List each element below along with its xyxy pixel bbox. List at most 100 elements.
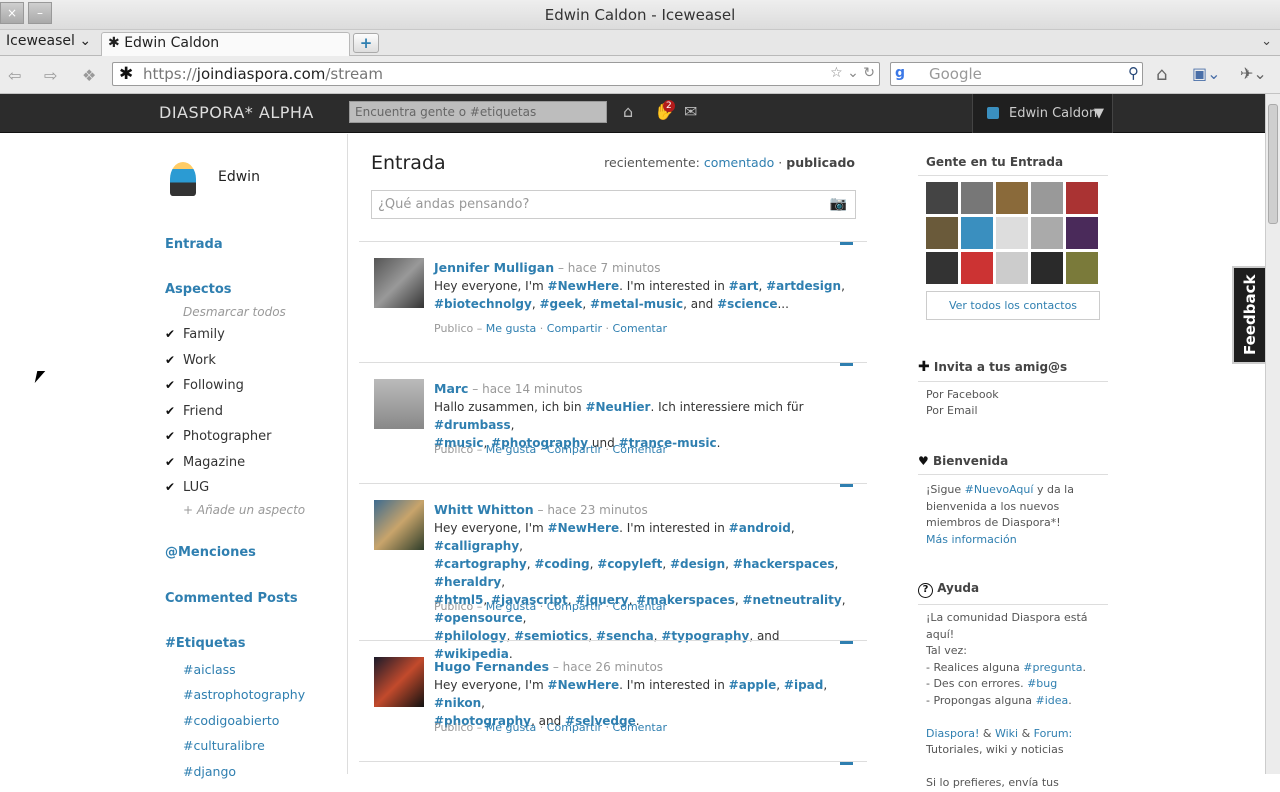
deselect-all-link[interactable]: Desmarcar todos (183, 305, 286, 319)
contact-avatar[interactable] (1066, 252, 1098, 284)
contact-avatar[interactable] (996, 217, 1028, 249)
contact-avatar[interactable] (1031, 252, 1063, 284)
post-time[interactable]: – hace 14 minutos (472, 382, 582, 396)
search-box[interactable]: g Google ⚲ (890, 62, 1143, 86)
app-menu[interactable]: Iceweasel ⌄ (6, 33, 91, 49)
aspect-item[interactable]: ✔ Family (165, 327, 225, 342)
hashtag-link[interactable]: #NewHere (548, 521, 620, 535)
site-identity-icon[interactable]: ✱ (119, 64, 133, 84)
profile-box[interactable]: Edwin (170, 162, 260, 196)
hashtag-link[interactable]: #ipad (784, 678, 823, 692)
followed-tag[interactable]: #aiclass (183, 662, 236, 677)
followed-tag[interactable]: #astrophotography (183, 687, 305, 702)
comment-link[interactable]: Comentar (613, 443, 667, 456)
help-wiki-link[interactable]: Wiki (995, 727, 1018, 740)
site-logo[interactable]: DIASPORA* ALPHA (159, 103, 314, 122)
contact-avatar[interactable] (926, 252, 958, 284)
comment-link[interactable]: Comentar (613, 721, 667, 734)
scrollbar-thumb[interactable] (1268, 104, 1278, 224)
share-link[interactable]: Compartir (547, 443, 602, 456)
contact-avatar[interactable] (961, 252, 993, 284)
help-tag-link[interactable]: #bug (1027, 677, 1057, 690)
profile-name[interactable]: Edwin (218, 169, 260, 185)
invite-email-link[interactable]: Por Email (926, 403, 1101, 420)
contact-avatar[interactable] (961, 217, 993, 249)
hashtag-link[interactable]: #NeuHier (585, 400, 650, 414)
help-forum-link[interactable]: Forum: (1034, 727, 1073, 740)
contact-avatar[interactable] (1031, 182, 1063, 214)
followed-tag[interactable]: #django (183, 764, 236, 779)
new-tab-button[interactable]: + (353, 33, 379, 53)
avatar[interactable] (374, 500, 424, 550)
hashtag-link[interactable]: #calligraphy (434, 539, 519, 553)
forward-icon[interactable]: ⇨ (44, 66, 57, 85)
home-icon[interactable]: ⌂ (1156, 64, 1167, 85)
post-time[interactable]: – hace 26 minutos (553, 660, 663, 674)
collapse-post-icon[interactable] (840, 641, 853, 644)
contact-avatar[interactable] (1031, 217, 1063, 249)
like-link[interactable]: Me gusta (486, 443, 537, 456)
more-info-link[interactable]: Más información (926, 533, 1017, 546)
nav-aspects[interactable]: Aspectos (165, 282, 232, 297)
hashtag-link[interactable]: #hackerspaces (733, 557, 835, 571)
post-time[interactable]: – hace 23 minutos (538, 503, 648, 517)
sort-commented-link[interactable]: comentado (704, 155, 774, 170)
followed-tag[interactable]: #codigoabierto (183, 713, 279, 728)
collapse-post-icon[interactable] (840, 762, 853, 765)
hashtag-link[interactable]: #drumbass (434, 418, 511, 432)
hashtag-link[interactable]: #geek (540, 297, 583, 311)
user-menu[interactable]: Edwin Caldon ▼ (972, 94, 1113, 133)
help-tag-link[interactable]: #idea (1036, 694, 1069, 707)
nav-tags[interactable]: #Etiquetas (165, 636, 246, 651)
comment-link[interactable]: Comentar (613, 322, 667, 335)
hashtag-link[interactable]: #art (729, 279, 759, 293)
contact-avatar[interactable] (926, 182, 958, 214)
post-author-link[interactable]: Marc (434, 381, 468, 396)
nav-commented-posts[interactable]: Commented Posts (165, 591, 298, 606)
see-all-contacts-button[interactable]: Ver todos los contactos (926, 291, 1100, 320)
hashtag-link[interactable]: #heraldry (434, 575, 501, 589)
post-author-link[interactable]: Hugo Fernandes (434, 659, 549, 674)
hashtag-link[interactable]: #metal-music (590, 297, 683, 311)
bookmarks-icon[interactable]: ▣⌄ (1192, 64, 1221, 83)
hashtag-link[interactable]: #coding (534, 557, 589, 571)
hashtag-link[interactable]: #artdesign (766, 279, 841, 293)
feedback-tab[interactable]: Feedback (1232, 266, 1265, 364)
nav-mentions[interactable]: @Menciones (165, 545, 256, 560)
contact-avatar[interactable] (1066, 182, 1098, 214)
avatar[interactable] (374, 379, 424, 429)
google-icon[interactable]: g (895, 65, 905, 81)
aspect-item[interactable]: ✔ Magazine (165, 455, 245, 470)
add-aspect-link[interactable]: + Añade un aspecto (183, 503, 305, 517)
hashtag-link[interactable]: #design (670, 557, 725, 571)
addon-icon[interactable]: ✈⌄ (1240, 64, 1267, 83)
aspect-item[interactable]: ✔ Photographer (165, 429, 271, 444)
avatar[interactable] (374, 258, 424, 308)
hashtag-link[interactable]: #biotechnolgy (434, 297, 532, 311)
contact-avatar[interactable] (961, 182, 993, 214)
contact-avatar[interactable] (996, 252, 1028, 284)
url-bar[interactable]: ✱ https://joindiaspora.com/stream ☆ ⌄ ↻ (112, 62, 880, 86)
hashtag-link[interactable]: #opensource (434, 611, 523, 625)
collapse-post-icon[interactable] (840, 363, 853, 366)
people-search-input[interactable]: Encuentra gente o #etiquetas (349, 101, 607, 123)
hashtag-link[interactable]: #science (717, 297, 777, 311)
like-link[interactable]: Me gusta (486, 600, 537, 613)
hashtag-link[interactable]: #netneutrality (742, 593, 841, 607)
hashtag-link[interactable]: #nikon (434, 696, 481, 710)
welcome-tag-link[interactable]: #NuevoAquí (965, 483, 1034, 496)
publisher-input[interactable]: ¿Qué andas pensando? 📷 (371, 190, 856, 219)
followed-tag[interactable]: #culturalibre (183, 738, 265, 753)
hashtag-link[interactable]: #NewHere (548, 279, 620, 293)
hashtag-link[interactable]: #cartography (434, 557, 527, 571)
comment-link[interactable]: Comentar (613, 600, 667, 613)
hashtag-link[interactable]: #copyleft (597, 557, 662, 571)
contact-avatar[interactable] (926, 217, 958, 249)
sort-published[interactable]: publicado (786, 155, 855, 170)
hashtag-link[interactable]: #apple (729, 678, 777, 692)
invite-facebook-link[interactable]: Por Facebook (926, 387, 1101, 404)
back-icon[interactable]: ⇦ (8, 66, 21, 85)
search-icon[interactable]: ⚲ (1128, 64, 1139, 82)
like-link[interactable]: Me gusta (486, 721, 537, 734)
page-scrollbar[interactable] (1265, 94, 1280, 774)
